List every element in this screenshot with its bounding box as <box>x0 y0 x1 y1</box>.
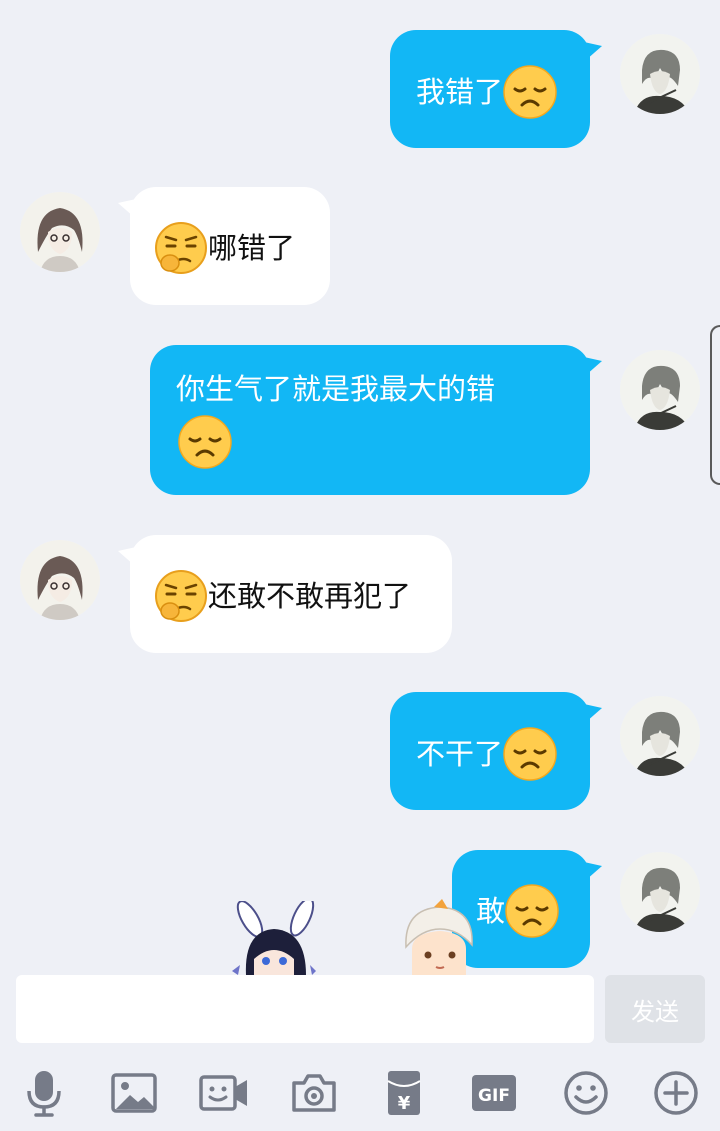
my-avatar[interactable] <box>620 350 700 430</box>
thinking-emoji-icon <box>154 569 208 623</box>
message-text: 哪错了 <box>208 231 296 265</box>
message-bubble[interactable]: 敢 <box>452 850 602 968</box>
bunny-girl-sticker-icon <box>210 897 340 975</box>
svg-text:¥: ¥ <box>398 1093 411 1114</box>
emoji-face-icon[interactable] <box>560 1067 612 1119</box>
message-bubble[interactable]: 还敢不敢再犯了 <box>118 535 452 653</box>
image-icon[interactable] <box>108 1067 160 1119</box>
input-bar: 发送 ¥ GIF <box>0 975 720 1131</box>
message-text: 敢 <box>476 894 506 928</box>
camera-icon[interactable] <box>288 1067 340 1119</box>
friend-avatar[interactable] <box>20 540 100 620</box>
friend-avatar[interactable] <box>20 192 100 272</box>
disappointed-emoji-icon <box>503 65 557 119</box>
video-call-icon[interactable] <box>198 1067 250 1119</box>
message-text: 不干了 <box>416 737 504 771</box>
side-drawer-handle[interactable] <box>710 325 720 485</box>
chat-area[interactable]: 我错了 哪错了 你生气了就是我最大的错 还敢不敢再犯了 不干了 敢 <box>0 0 720 975</box>
send-button[interactable]: 发送 <box>605 975 705 1043</box>
disappointed-emoji-icon <box>505 884 559 938</box>
thinking-emoji-icon <box>154 221 208 275</box>
sticker-overlay <box>0 895 720 975</box>
plus-icon[interactable] <box>650 1067 702 1119</box>
disappointed-emoji-icon <box>503 727 557 781</box>
input-toolbar: ¥ GIF <box>0 1067 720 1119</box>
message-input[interactable] <box>16 975 594 1043</box>
svg-text:GIF: GIF <box>478 1086 510 1106</box>
message-bubble[interactable]: 你生气了就是我最大的错 <box>150 345 602 495</box>
red-envelope-icon[interactable]: ¥ <box>378 1067 430 1119</box>
my-avatar[interactable] <box>620 696 700 776</box>
gif-icon[interactable]: GIF <box>468 1067 520 1119</box>
message-text: 还敢不敢再犯了 <box>208 579 412 613</box>
my-avatar[interactable] <box>620 34 700 114</box>
message-bubble[interactable]: 哪错了 <box>118 187 330 305</box>
disappointed-emoji-icon <box>178 415 232 469</box>
my-avatar[interactable] <box>620 852 700 932</box>
message-text: 你生气了就是我最大的错 <box>176 372 496 406</box>
message-bubble[interactable]: 我错了 <box>390 30 602 148</box>
message-text: 我错了 <box>416 75 504 109</box>
message-bubble[interactable]: 不干了 <box>390 692 602 810</box>
microphone-icon[interactable] <box>18 1067 70 1119</box>
